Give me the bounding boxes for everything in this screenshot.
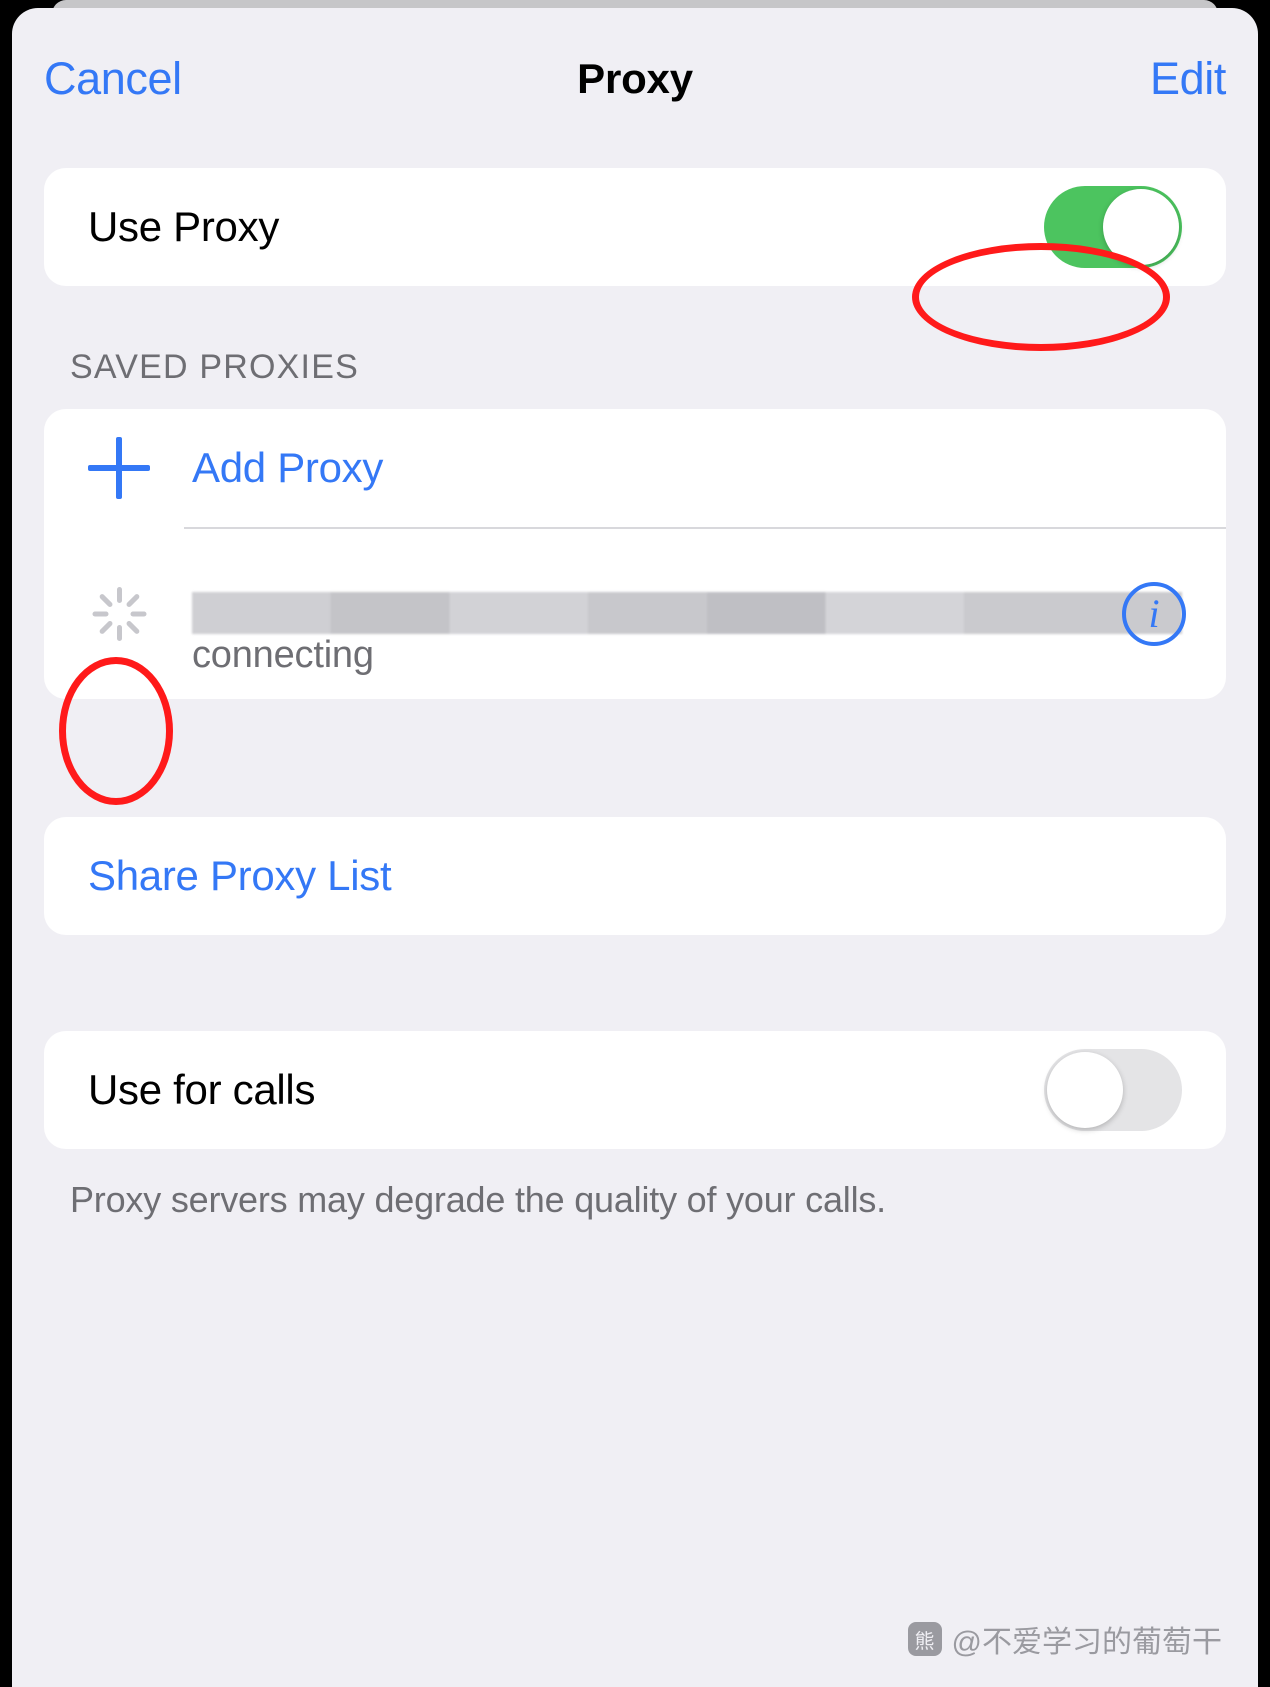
use-proxy-group: Use Proxy — [44, 168, 1226, 286]
share-proxy-list-row[interactable]: Share Proxy List — [44, 817, 1226, 935]
spacer-after-share — [12, 935, 1258, 1031]
proxy-item-main: connecting — [192, 552, 1182, 677]
watermark-text: @不爱学习的葡萄干 — [951, 1626, 1222, 1659]
use-for-calls-toggle-knob — [1047, 1052, 1123, 1128]
use-proxy-toggle-knob — [1103, 189, 1179, 265]
share-proxy-list-label: Share Proxy List — [88, 852, 392, 899]
edit-button[interactable]: Edit — [1150, 56, 1226, 101]
info-icon[interactable]: i — [1122, 582, 1186, 646]
proxy-name-redacted — [192, 591, 1182, 634]
use-for-calls-row[interactable]: Use for calls — [44, 1031, 1226, 1149]
use-for-calls-group: Use for calls — [44, 1031, 1226, 1149]
page-title: Proxy — [577, 55, 693, 102]
plus-icon — [88, 437, 150, 499]
spacer-after-proxies — [12, 699, 1258, 817]
navigation-bar: Cancel Proxy Edit — [12, 8, 1258, 168]
screen: Cancel Proxy Edit Use Proxy SAVED PROXIE… — [0, 0, 1270, 1687]
saved-proxies-header: SAVED PROXIES — [70, 348, 359, 386]
proxy-status-label: connecting — [192, 633, 374, 676]
proxy-settings-sheet: Cancel Proxy Edit Use Proxy SAVED PROXIE… — [12, 8, 1258, 1687]
activity-spinner-icon — [88, 583, 150, 645]
saved-proxies-group: Add Proxy connecting i — [44, 409, 1226, 699]
add-proxy-row[interactable]: Add Proxy — [44, 409, 1226, 527]
use-for-calls-label: Use for calls — [88, 1066, 316, 1113]
calls-footer-note: Proxy servers may degrade the quality of… — [70, 1179, 886, 1220]
use-proxy-row[interactable]: Use Proxy — [44, 168, 1226, 286]
proxy-name-redacted-line2 — [192, 591, 1182, 634]
use-for-calls-toggle[interactable] — [1044, 1049, 1182, 1131]
share-proxy-group: Share Proxy List — [44, 817, 1226, 935]
use-proxy-label: Use Proxy — [88, 203, 280, 250]
add-proxy-label: Add Proxy — [192, 444, 384, 491]
use-proxy-toggle[interactable] — [1044, 186, 1182, 268]
watermark-logo-icon: 熊 — [907, 1622, 942, 1656]
watermark: 熊 @不爱学习的葡萄干 — [907, 1617, 1222, 1661]
proxy-list-item[interactable]: connecting i — [44, 529, 1226, 699]
